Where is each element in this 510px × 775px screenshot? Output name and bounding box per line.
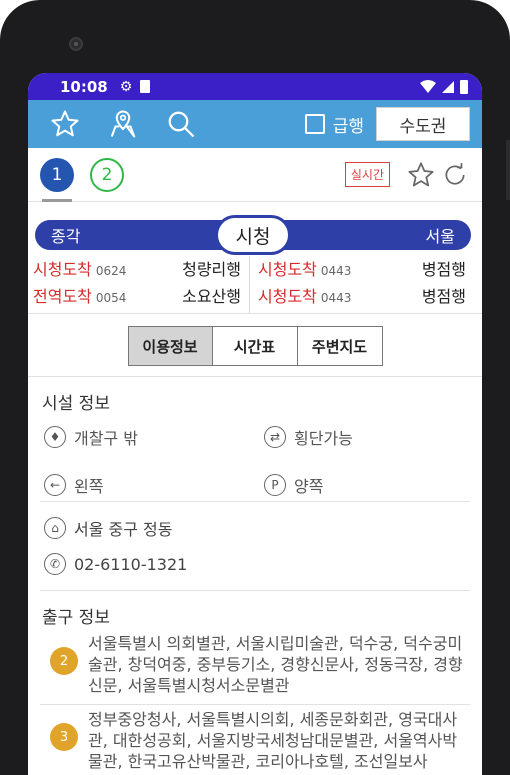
prev-station[interactable]: 종각 [51, 223, 80, 247]
arrival-item: 전역도착 0054 소요산행 [33, 283, 249, 306]
tab-usage-info[interactable]: 이용정보 [127, 326, 213, 366]
region-button[interactable]: 수도권 [376, 107, 470, 141]
facility-label: 횡단가능 [294, 429, 353, 448]
arrivals-left: 시청도착 0624 청량리행 전역도착 0054 소요산행 [33, 256, 249, 313]
bookmark-star-icon[interactable] [406, 160, 436, 190]
phone-text[interactable]: 02-6110-1321 [74, 555, 187, 574]
facility-label: 개찰구 밖 [74, 429, 138, 448]
tab-timetable[interactable]: 시간표 [212, 326, 298, 366]
arrival-status: 시청도착 [33, 260, 92, 279]
next-station[interactable]: 서울 [426, 223, 455, 247]
sd-card-icon [140, 80, 151, 93]
express-label: 급행 [332, 116, 364, 137]
facility-restroom: ♦ 개찰구 밖 [44, 421, 264, 453]
arrival-item: 시청도착 0443 병점행 [258, 283, 474, 306]
exit-description: 정부중앙청사, 서울특별시의회, 세종문화회관, 영국대사관, 대한성공회, 서… [88, 710, 458, 771]
address-row: ⌂ 서울 중구 정동 [28, 510, 482, 546]
status-right [420, 79, 468, 94]
arrival-item: 시청도착 0624 청량리행 [33, 256, 249, 279]
line-selector: 1 2 실시간 [28, 148, 482, 202]
camera-icon [69, 37, 83, 51]
refresh-icon[interactable] [440, 160, 470, 190]
line-2-button[interactable]: 2 [90, 157, 124, 192]
search-icon[interactable] [164, 107, 198, 141]
contact-info: ⌂ 서울 중구 정동 ✆ 02-6110-1321 [28, 502, 482, 582]
toolbar: 급행 수도권 [28, 100, 482, 148]
signal-icon [442, 80, 454, 93]
facility-label: 양쪽 [294, 477, 324, 496]
line-1-button[interactable]: 1 [40, 157, 74, 192]
arrival-status: 전역도착 [33, 287, 92, 306]
express-toggle[interactable]: 급행 [304, 112, 364, 137]
parking-icon: P [264, 474, 286, 496]
home-icon: ⌂ [44, 517, 66, 539]
train-number: 0054 [95, 291, 127, 305]
exit-item[interactable]: 2 서울특별시 의회별관, 서울시립미술관, 덕수궁, 덕수궁미술관, 창덕여중… [40, 629, 470, 705]
exits-list: 2 서울특별시 의회별관, 서울시립미술관, 덕수궁, 덕수궁미술관, 창덕여중… [28, 629, 482, 775]
exits-title: 출구 정보 [42, 608, 110, 628]
facility-label: 왼쪽 [74, 477, 104, 496]
arrival-status: 시청도착 [258, 260, 317, 279]
exit-description: 서울특별시 의회별관, 서울시립미술관, 덕수궁, 덕수궁미술관, 창덕여중, … [88, 634, 463, 695]
phone-row[interactable]: ✆ 02-6110-1321 [28, 546, 482, 582]
facility-parking: P 양쪽 [264, 469, 464, 501]
phone-icon: ✆ [44, 553, 66, 575]
crossing-icon: ⇄ [264, 426, 286, 448]
battery-icon [460, 79, 468, 94]
phone-frame: 10:08 ⚙ 급행 수도권 1 2 실시간 종각 시청 서울 시청도착 062… [0, 0, 510, 775]
station-bar: 종각 시청 서울 [35, 215, 471, 255]
arrivals-right: 시청도착 0443 병점행 시청도착 0443 병점행 [249, 256, 474, 313]
restroom-icon: ♦ [44, 426, 66, 448]
train-number: 0443 [320, 264, 352, 278]
address-text: 서울 중구 정동 [74, 520, 173, 539]
arrival-destination: 병점행 [421, 260, 466, 279]
arrival-destination: 병점행 [421, 287, 466, 306]
favorite-star-icon[interactable] [48, 107, 82, 141]
train-number: 0624 [95, 264, 127, 278]
tab-nearby-map[interactable]: 주변지도 [297, 326, 383, 366]
left-arrow-icon: ← [44, 474, 66, 496]
arrival-status: 시청도착 [258, 287, 317, 306]
arrival-item: 시청도착 0443 병점행 [258, 256, 474, 279]
exit-number-badge: 2 [50, 647, 78, 675]
train-number: 0443 [320, 291, 352, 305]
facility-crossing: ⇄ 횡단가능 [264, 421, 464, 453]
exit-item[interactable]: 3 정부중앙청사, 서울특별시의회, 세종문화회관, 영국대사관, 대한성공회,… [40, 705, 470, 775]
arrivals: 시청도착 0624 청량리행 전역도착 0054 소요산행 시청도착 0443 … [28, 250, 482, 314]
exit-number-badge: 3 [50, 723, 78, 751]
status-time: 10:08 [60, 77, 108, 96]
arrival-destination: 청량리행 [182, 260, 241, 279]
wifi-icon [420, 80, 436, 93]
arrival-destination: 소요산행 [182, 287, 241, 306]
selected-line-indicator [42, 199, 72, 202]
info-tabs: 이용정보 시간표 주변지도 [28, 314, 482, 377]
gear-icon: ⚙ [119, 78, 133, 95]
screen: 10:08 ⚙ 급행 수도권 1 2 실시간 종각 시청 서울 시청도착 062… [28, 73, 482, 775]
facility-door-side: ← 왼쪽 [44, 469, 264, 501]
current-station: 시청 [215, 215, 291, 255]
realtime-button[interactable]: 실시간 [344, 162, 390, 187]
express-checkbox[interactable] [304, 114, 325, 134]
facilities-grid: ♦ 개찰구 밖 ⇄ 횡단가능 ← 왼쪽 P 양쪽 [28, 415, 482, 501]
side-button [506, 140, 510, 200]
map-location-icon[interactable] [106, 107, 140, 141]
status-bar: 10:08 ⚙ [28, 73, 482, 100]
facilities-title: 시설 정보 [42, 394, 110, 414]
